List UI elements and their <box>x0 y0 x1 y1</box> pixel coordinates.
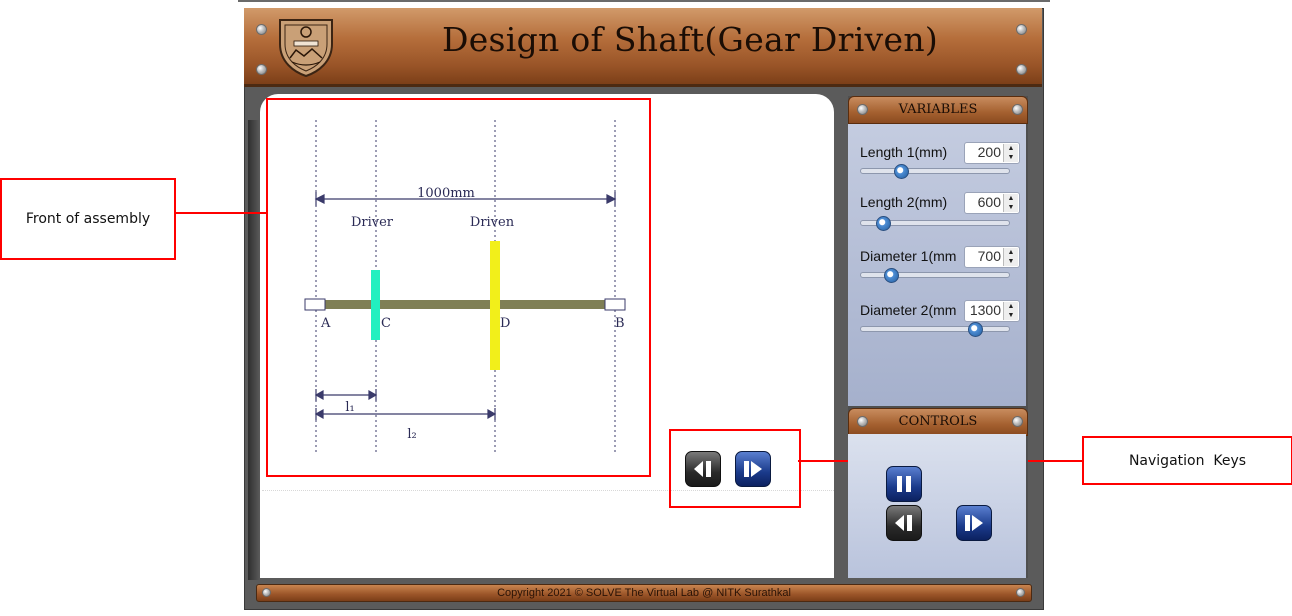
length2-spinner[interactable]: 600 ▲ ▼ <box>964 192 1020 214</box>
footer-bar: Copyright 2021 © SOLVE The Virtual Lab @… <box>256 584 1032 602</box>
diameter2-slider-thumb[interactable] <box>968 322 983 337</box>
screw-icon <box>857 416 868 427</box>
spinner-arrows-icon[interactable]: ▲ ▼ <box>1003 144 1018 162</box>
length1-slider-thumb[interactable] <box>893 164 909 179</box>
length1-slider[interactable] <box>860 168 1010 174</box>
variables-header-label: VARIABLES <box>898 102 978 117</box>
diameter1-spinner[interactable]: 700 ▲ ▼ <box>964 246 1020 268</box>
screw-icon <box>1016 588 1025 597</box>
screw-icon <box>262 588 271 597</box>
front-of-assembly-callout: Front of assembly <box>0 178 176 260</box>
controls-header-label: CONTROLS <box>898 414 978 429</box>
spinner-arrows-icon[interactable]: ▲ ▼ <box>1003 302 1018 320</box>
length1-label: Length 1(mm) <box>860 144 948 160</box>
pause-button[interactable] <box>886 466 922 502</box>
skip-back-icon <box>694 461 711 477</box>
length2-label: Length 2(mm) <box>860 194 948 210</box>
screw-icon <box>1012 416 1023 427</box>
variables-header: VARIABLES <box>848 96 1028 124</box>
play-next-icon <box>965 515 983 531</box>
callout-connector <box>174 212 268 214</box>
screw-icon <box>1016 64 1027 75</box>
screw-icon <box>1012 104 1023 115</box>
spinner-arrows-icon[interactable]: ▲ ▼ <box>1003 194 1018 212</box>
screw-icon <box>256 24 267 35</box>
length2-value: 600 <box>977 194 1001 210</box>
callout-label: Front of assembly <box>25 211 151 227</box>
frame-shadow <box>248 120 260 580</box>
diameter1-label: Diameter 1(mm <box>860 248 957 264</box>
screw-icon <box>256 64 267 75</box>
controls-header: CONTROLS <box>848 408 1028 436</box>
diameter2-slider[interactable] <box>860 326 1010 332</box>
pause-icon <box>897 476 911 492</box>
next-button[interactable] <box>735 451 771 487</box>
skip-back-icon <box>895 515 912 531</box>
callout-label: Navigation Keys <box>1128 452 1247 469</box>
controls-panel <box>848 434 1026 578</box>
front-of-assembly-highlight <box>266 98 651 477</box>
page-title: Design of Shaft(Gear Driven) <box>441 20 939 59</box>
nitk-emblem-icon <box>274 14 338 78</box>
screw-icon <box>857 104 868 115</box>
diameter2-value: 1300 <box>969 302 1001 318</box>
diameter2-label: Diameter 2(mm <box>860 302 957 318</box>
previous-button[interactable] <box>685 451 721 487</box>
diameter1-slider[interactable] <box>860 272 1010 278</box>
top-border-line <box>238 0 1050 2</box>
control-previous-button[interactable] <box>886 505 922 541</box>
control-next-button[interactable] <box>956 505 992 541</box>
spinner-arrows-icon[interactable]: ▲ ▼ <box>1003 248 1018 266</box>
length1-value: 200 <box>977 144 1001 160</box>
play-next-icon <box>744 461 762 477</box>
diameter1-value: 700 <box>977 248 1001 264</box>
length1-spinner[interactable]: 200 ▲ ▼ <box>964 142 1020 164</box>
navigation-keys-callout: Navigation Keys <box>1082 436 1292 485</box>
diameter2-spinner[interactable]: 1300 ▲ ▼ <box>964 300 1020 322</box>
copyright-text: Copyright 2021 © SOLVE The Virtual Lab @… <box>497 587 791 599</box>
